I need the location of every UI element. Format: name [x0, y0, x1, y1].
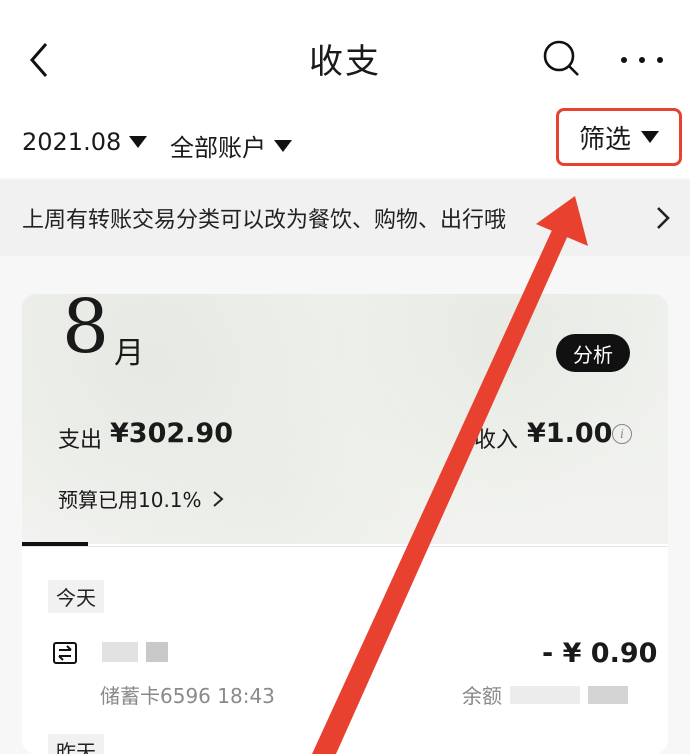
transaction-name-redacted — [102, 640, 172, 664]
month-banner: 8 月 分析 支出 ¥302.90 收入 ¥1.00 i 预算已用10.1% — [22, 294, 668, 544]
page-title: 收支 — [309, 42, 381, 82]
balance-label: 余额 — [462, 684, 502, 708]
month-select-label: 2021.08 — [22, 128, 122, 156]
month-number: 8 — [62, 294, 110, 370]
triangle-down-icon — [641, 131, 659, 143]
income-amount: ¥1.00 — [527, 418, 613, 449]
notice-banner[interactable]: 上周有转账交易分类可以改为餐饮、购物、出行哦 — [0, 180, 690, 256]
triangle-down-icon — [129, 136, 148, 148]
chevron-right-icon — [212, 490, 224, 507]
info-icon[interactable]: i — [612, 424, 632, 444]
expense-label: 支出 — [58, 428, 103, 453]
income-label: 收入 — [474, 428, 519, 453]
filter-button[interactable]: 筛选 — [556, 108, 682, 166]
redacted-block — [510, 685, 580, 704]
chevron-right-icon — [657, 207, 670, 229]
triangle-down-icon — [274, 139, 292, 152]
top-bar: 收支 — [0, 0, 690, 112]
month-select[interactable]: 2021.08 — [22, 128, 148, 156]
expense-amount: ¥302.90 — [110, 418, 233, 449]
account-select-label: 全部账户 — [170, 134, 266, 162]
budget-text: 预算已用10.1% — [58, 488, 202, 512]
divider — [22, 546, 668, 547]
more-button[interactable] — [618, 50, 666, 70]
transaction-amount: - ¥ 0.90 — [542, 638, 658, 669]
budget-link[interactable]: 预算已用10.1% — [58, 484, 224, 513]
redacted-block — [588, 685, 628, 704]
day-tag-today: 今天 — [48, 580, 104, 613]
redacted-block — [146, 642, 168, 662]
analyze-button[interactable]: 分析 — [556, 334, 630, 372]
search-icon — [543, 40, 579, 76]
notice-text: 上周有转账交易分类可以改为餐饮、购物、出行哦 — [22, 208, 507, 233]
month-suffix: 月 — [114, 336, 144, 371]
account-select[interactable]: 全部账户 — [170, 128, 292, 163]
transfer-icon — [53, 642, 77, 664]
page: 收支 2021.08 全部账户 筛选 上周有转账交易分类可以改为餐饮、购物、出行… — [0, 0, 690, 754]
transaction-card-time: 储蓄卡6596 18:43 — [100, 684, 275, 708]
day-tag-yesterday: 昨天 — [48, 734, 104, 754]
more-horizontal-icon — [621, 57, 663, 63]
summary-card: 8 月 分析 支出 ¥302.90 收入 ¥1.00 i 预算已用10.1% 今… — [22, 294, 668, 754]
transaction-balance: 余额 — [462, 680, 628, 709]
redacted-block — [102, 642, 138, 662]
search-button[interactable] — [540, 38, 582, 80]
filter-button-label: 筛选 — [578, 124, 631, 155]
